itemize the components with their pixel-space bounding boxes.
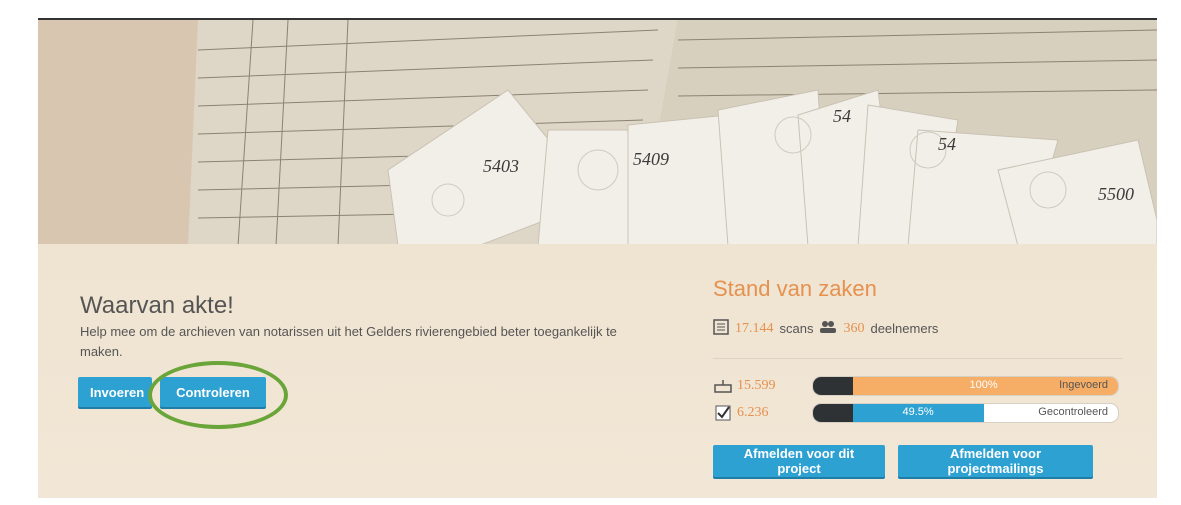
checked-label: Gecontroleerd <box>1038 406 1108 418</box>
svg-text:5403: 5403 <box>483 156 519 176</box>
project-description: Help mee om de archieven van notarissen … <box>80 324 617 359</box>
entered-count: 15.599 <box>737 378 776 393</box>
checked-progress-bar: 49.5% Gecontroleerd <box>812 403 1119 423</box>
invoeren-button[interactable]: Invoeren <box>78 377 152 407</box>
entered-percent: 100% <box>969 379 998 391</box>
scans-label: scans <box>779 321 814 336</box>
unsubscribe-project-button[interactable]: Afmelden voor dit project <box>713 445 885 477</box>
participants-label: deelnemers <box>870 321 939 336</box>
keyboard-icon <box>713 377 733 395</box>
scans-stat: 17.144 scans 360 deelnemers <box>713 319 938 338</box>
checkbox-icon <box>713 404 733 422</box>
entered-progress-bar: 100% Ingevoerd <box>812 376 1119 396</box>
checked-percent: 49.5% <box>902 406 934 418</box>
svg-text:54: 54 <box>833 106 851 126</box>
checked-progress-row: 6.236 49.5% Gecontroleerd <box>713 403 1119 423</box>
stats-divider <box>713 358 1123 359</box>
entered-progress-row: 15.599 100% Ingevoerd <box>713 376 1119 396</box>
checked-count: 6.236 <box>737 405 769 420</box>
participants-icon <box>819 320 837 337</box>
document-icon <box>713 319 729 338</box>
svg-text:5500: 5500 <box>1098 184 1134 204</box>
svg-text:54: 54 <box>938 134 956 154</box>
scans-count: 17.144 <box>735 320 774 336</box>
participants-count: 360 <box>843 320 865 336</box>
stats-title: Stand van zaken <box>713 276 877 301</box>
project-panel: Waarvan akte! Help mee om de archieven v… <box>38 244 1157 498</box>
project-title: Waarvan akte! <box>80 292 234 320</box>
entered-label: Ingevoerd <box>1059 379 1108 391</box>
project-card: 5403 5409 54 54 5500 Waarvan akte! Help mee… <box>38 18 1157 498</box>
controleren-button[interactable]: Controleren <box>160 377 266 407</box>
unsubscribe-mailings-button[interactable]: Afmelden voor projectmailings <box>898 445 1093 477</box>
svg-text:5409: 5409 <box>633 149 669 169</box>
hero-image: 5403 5409 54 54 5500 <box>38 18 1157 246</box>
